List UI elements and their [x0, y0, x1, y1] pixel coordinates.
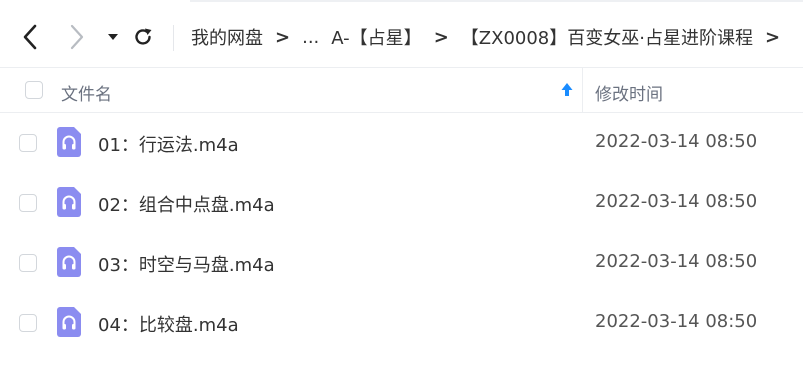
file-row[interactable]: 04：比较盘.m4a 2022-03-14 08:50	[0, 293, 803, 353]
file-row[interactable]: 02：组合中点盘.m4a 2022-03-14 08:50	[0, 173, 803, 233]
forward-button[interactable]	[63, 22, 91, 52]
back-button[interactable]	[16, 22, 44, 52]
audio-file-icon	[57, 127, 81, 157]
breadcrumb-separator: >	[275, 26, 291, 48]
audio-file-icon	[57, 247, 81, 277]
breadcrumb-parent[interactable]: A-【占星】	[331, 24, 421, 50]
column-divider[interactable]	[582, 68, 583, 113]
breadcrumb: 我的网盘 > ... A-【占星】 > 【ZX0008】百变女巫·占星进阶课程 …	[191, 22, 792, 52]
audio-file-icon	[57, 307, 81, 337]
history-dropdown-button[interactable]	[99, 22, 127, 52]
chevron-left-icon	[23, 24, 37, 50]
navigation-toolbar: 我的网盘 > ... A-【占星】 > 【ZX0008】百变女巫·占星进阶课程 …	[0, 8, 803, 66]
column-header-modified-time[interactable]: 修改时间	[595, 80, 663, 105]
breadcrumb-separator: >	[764, 26, 781, 48]
top-divider	[0, 0, 803, 6]
toolbar-divider	[173, 25, 174, 51]
row-checkbox[interactable]	[19, 254, 37, 272]
file-list: 01：行运法.m4a 2022-03-14 08:50 02：组合中点盘.m4a…	[0, 113, 803, 353]
file-row[interactable]: 03：时空与马盘.m4a 2022-03-14 08:50	[0, 233, 803, 293]
row-checkbox[interactable]	[19, 134, 37, 152]
refresh-button[interactable]	[129, 22, 157, 52]
row-checkbox[interactable]	[19, 314, 37, 332]
file-modified-time: 2022-03-14 08:50	[595, 251, 758, 272]
file-name[interactable]: 03：时空与马盘.m4a	[98, 251, 275, 277]
column-header-name[interactable]: 文件名	[61, 80, 112, 105]
file-modified-time: 2022-03-14 08:50	[595, 311, 758, 332]
select-all-checkbox[interactable]	[25, 81, 43, 99]
file-modified-time: 2022-03-14 08:50	[595, 191, 758, 212]
file-name[interactable]: 04：比较盘.m4a	[98, 311, 239, 337]
file-name[interactable]: 01：行运法.m4a	[98, 131, 239, 157]
breadcrumb-root[interactable]: 我的网盘	[191, 24, 263, 50]
sort-ascending-icon[interactable]	[559, 80, 575, 100]
file-modified-time: 2022-03-14 08:50	[595, 131, 758, 152]
caret-down-icon	[108, 34, 118, 40]
chevron-right-icon	[70, 24, 84, 50]
breadcrumb-current[interactable]: 【ZX0008】百变女巫·占星进阶课程	[461, 24, 753, 50]
audio-file-icon	[57, 187, 81, 217]
file-list-header: 文件名 修改时间	[0, 67, 803, 113]
row-checkbox[interactable]	[19, 194, 37, 212]
file-row[interactable]: 01：行运法.m4a 2022-03-14 08:50	[0, 113, 803, 173]
file-name[interactable]: 02：组合中点盘.m4a	[98, 191, 275, 217]
breadcrumb-separator: >	[433, 26, 449, 48]
refresh-icon	[135, 28, 152, 45]
breadcrumb-ellipsis[interactable]: ...	[302, 27, 319, 48]
